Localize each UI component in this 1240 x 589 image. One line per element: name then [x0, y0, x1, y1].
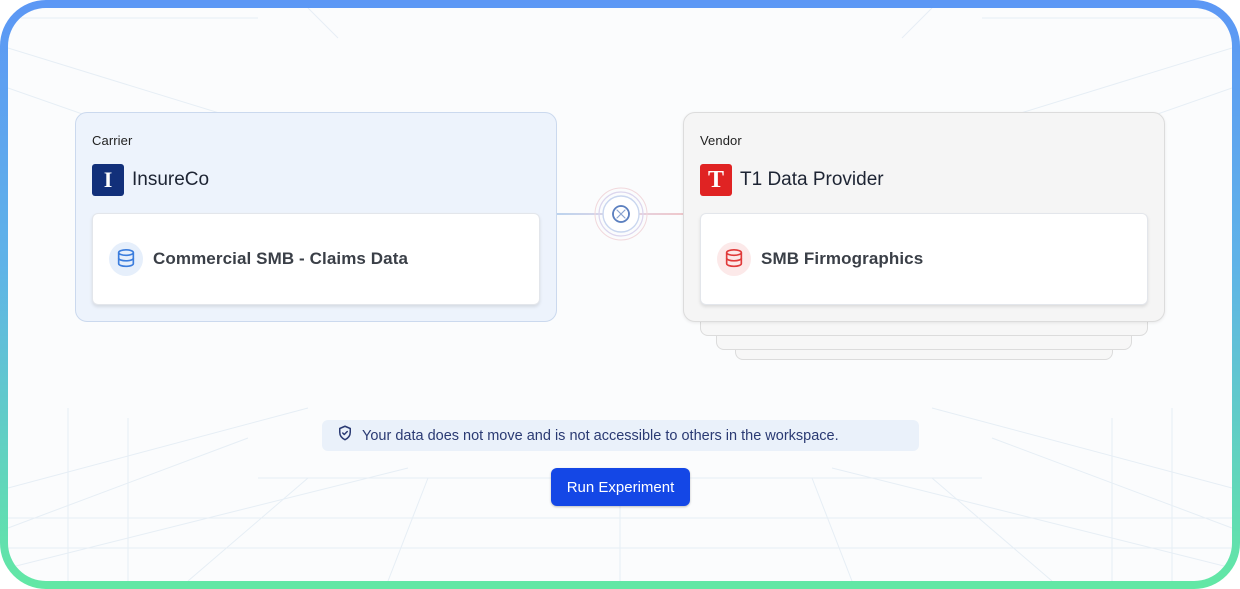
t1-logo-icon: T — [700, 164, 732, 196]
privacy-notice: Your data does not move and is not acces… — [322, 420, 919, 451]
database-icon — [109, 242, 143, 276]
vendor-card: Vendor T T1 Data Provider SMB Firmograph… — [683, 112, 1165, 322]
carrier-dataset-card[interactable]: Commercial SMB - Claims Data — [92, 213, 540, 305]
carrier-dataset-label: Commercial SMB - Claims Data — [153, 249, 409, 268]
canvas: Carrier I InsureCo Commercial SMB - Clai… — [8, 8, 1232, 581]
carrier-org-name: InsureCo — [132, 169, 210, 190]
privacy-notice-text: Your data does not move and is not acces… — [362, 427, 839, 444]
vendor-role-label: Vendor — [700, 133, 742, 148]
vendor-dataset-label: SMB Firmographics — [761, 249, 924, 268]
vendor-dataset-card[interactable]: SMB Firmographics — [700, 213, 1148, 305]
run-experiment-button[interactable]: Run Experiment — [551, 468, 690, 506]
app-frame: Carrier I InsureCo Commercial SMB - Clai… — [0, 0, 1240, 589]
vendor-org: T T1 Data Provider — [700, 164, 884, 196]
vendor-org-name: T1 Data Provider — [740, 169, 884, 190]
carrier-card: Carrier I InsureCo Commercial SMB - Clai… — [75, 112, 557, 322]
link-swirl-icon — [593, 186, 649, 242]
carrier-org: I InsureCo — [92, 164, 209, 196]
insureco-logo-icon: I — [92, 164, 124, 196]
shield-check-icon — [336, 424, 354, 447]
database-icon — [717, 242, 751, 276]
carrier-role-label: Carrier — [92, 133, 133, 148]
